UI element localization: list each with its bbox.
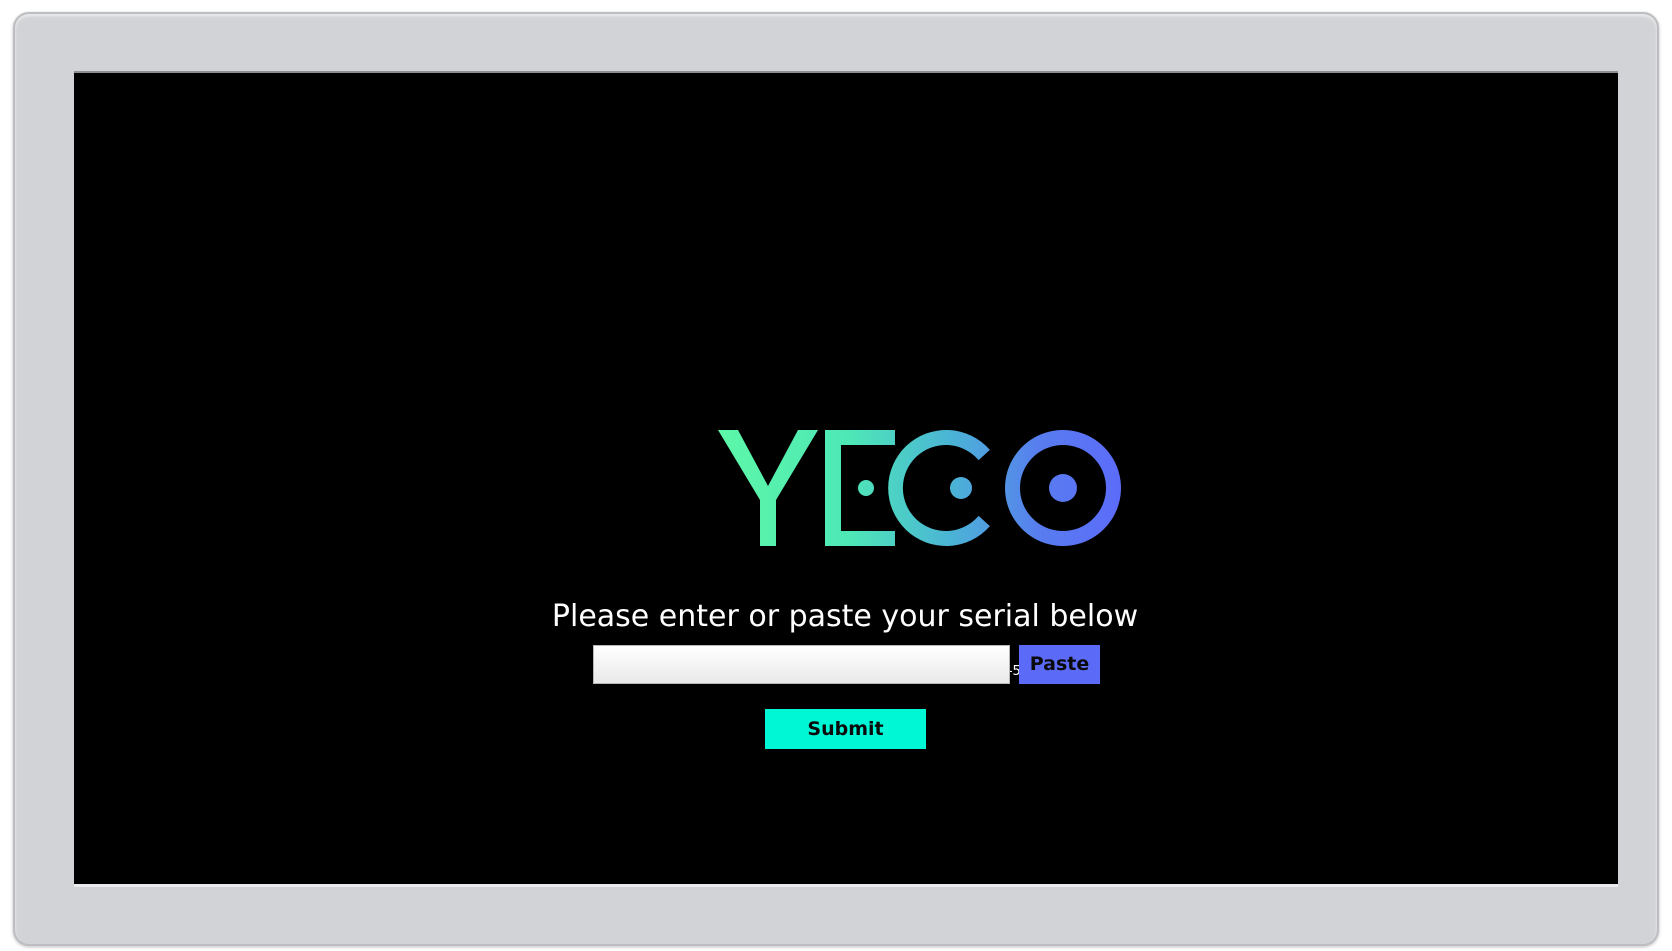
submit-button[interactable]: Submit (765, 709, 926, 749)
paste-button[interactable]: Paste (1019, 645, 1100, 684)
serial-input[interactable] (593, 645, 1010, 684)
app-screen: Please enter or paste your serial below … (74, 71, 1618, 887)
yeco-logo (718, 428, 1123, 548)
page-title: Please enter or paste your serial below (551, 599, 1139, 634)
yeco-logo-mark (718, 430, 1121, 546)
